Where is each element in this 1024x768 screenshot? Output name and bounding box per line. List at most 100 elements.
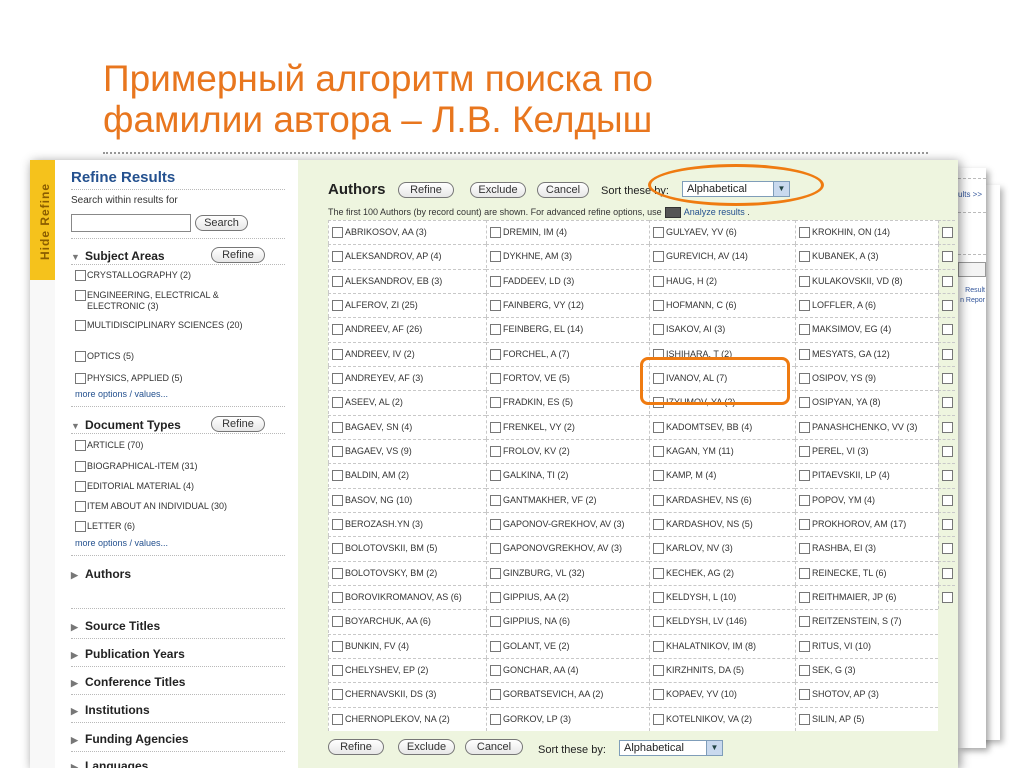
document-types-heading[interactable]: ▼ Document Types — [71, 418, 181, 432]
author-item[interactable]: KARLOV, NV (3) — [649, 536, 795, 561]
refine-button[interactable]: Refine — [398, 182, 454, 198]
checkbox[interactable] — [75, 481, 86, 492]
checkbox[interactable] — [799, 519, 810, 530]
checkbox[interactable] — [799, 348, 810, 360]
checkbox[interactable] — [490, 519, 501, 530]
author-item[interactable]: FORCHEL, A (7) — [486, 341, 649, 366]
author-item[interactable]: GANTMAKHER, VF (2) — [486, 487, 649, 512]
author-item[interactable]: VASIL'EV, MA (5) — [938, 463, 955, 488]
author-item[interactable]: GAPONOVGREKHOV, AV (3) — [486, 536, 649, 561]
checkbox[interactable] — [942, 519, 953, 530]
author-item[interactable]: BOLOTOVSKII, BM (5) — [328, 536, 486, 561]
checkbox[interactable] — [332, 421, 343, 433]
doctype-item[interactable]: LETTER (6) — [75, 521, 277, 532]
author-item[interactable]: GUREVICH, AV (14) — [649, 244, 795, 269]
author-item[interactable]: FRENKEL, VY (2) — [486, 414, 649, 439]
checkbox[interactable] — [75, 351, 86, 362]
bottom-refine-button[interactable]: Refine — [328, 739, 384, 755]
checkbox[interactable] — [799, 300, 810, 311]
checkbox[interactable] — [799, 324, 810, 336]
checkbox[interactable] — [490, 227, 501, 238]
author-item[interactable]: GONCHAR, AA (4) — [486, 658, 649, 682]
checkbox[interactable] — [942, 300, 953, 311]
author-item[interactable]: KROKHIN, ON (14) — [795, 220, 938, 244]
author-item[interactable]: ANDREEV, AF (26) — [328, 317, 486, 342]
author-item[interactable]: ZAKHARCHENYA, BP (5) — [938, 536, 955, 561]
authors-section-heading[interactable]: ▶ Authors — [71, 567, 131, 581]
checkbox[interactable] — [75, 320, 86, 331]
checkbox[interactable] — [942, 592, 953, 603]
author-item[interactable]: RASHBA, EI (3) — [795, 536, 938, 561]
checkbox[interactable] — [332, 300, 343, 311]
checkbox[interactable] — [653, 275, 664, 287]
checkbox[interactable] — [799, 616, 810, 628]
checkbox[interactable] — [799, 592, 810, 603]
author-item[interactable]: BEROZASH.YN (3) — [328, 512, 486, 536]
author-item[interactable]: KHALATNIKOV, IM (8) — [649, 633, 795, 658]
checkbox[interactable] — [332, 227, 343, 238]
author-item[interactable]: GOLANT, VE (2) — [486, 633, 649, 658]
author-item[interactable]: HAUG, H (2) — [649, 268, 795, 293]
author-item[interactable]: MAKSIMOV, EG (4) — [795, 317, 938, 342]
author-item[interactable]: BALDIN, AM (2) — [328, 463, 486, 488]
checkbox[interactable] — [490, 494, 501, 506]
analyze-results-link[interactable]: Analyze results — [684, 207, 745, 217]
checkbox[interactable] — [75, 521, 86, 532]
author-item[interactable]: KAGAN, YM (11) — [649, 439, 795, 463]
author-item[interactable]: RITUS, VI (10) — [795, 633, 938, 658]
author-item[interactable]: SEK, G (3) — [795, 658, 938, 682]
doctype-item[interactable]: EDITORIAL MATERIAL (4) — [75, 481, 277, 492]
author-item[interactable]: POPOV, YM (4) — [795, 487, 938, 512]
author-item[interactable]: SOBELMAN, II (3) — [938, 293, 955, 317]
author-item[interactable]: ZHELEZNYAKOV, VV (3) — [938, 585, 955, 609]
checkbox[interactable] — [942, 348, 953, 360]
checkbox[interactable] — [490, 616, 501, 628]
checkbox[interactable] — [653, 713, 664, 725]
checkbox[interactable] — [490, 543, 501, 555]
languages-heading[interactable]: ▶ Languages — [71, 759, 148, 768]
author-item[interactable]: DYKHNE, AM (3) — [486, 244, 649, 269]
checkbox[interactable] — [942, 397, 953, 409]
author-item[interactable]: SURIS, RA (5) — [938, 366, 955, 390]
hide-refine-tab[interactable]: Hide Refine — [30, 160, 55, 280]
checkbox[interactable] — [653, 567, 664, 579]
author-item[interactable]: BUNKIN, FV (4) — [328, 633, 486, 658]
checkbox[interactable] — [332, 519, 343, 530]
author-item[interactable]: ALFEROV, ZI (25) — [328, 293, 486, 317]
checkbox[interactable] — [490, 470, 501, 482]
author-item[interactable]: ABRIKOSOV, AA (3) — [328, 220, 486, 244]
author-item[interactable]: ZHARKOV, GF (3) — [938, 560, 955, 585]
author-item[interactable]: SPIRIN, AS (3) — [938, 317, 955, 342]
checkbox[interactable] — [799, 494, 810, 506]
author-item[interactable]: KADOMTSEV, BB (4) — [649, 414, 795, 439]
doctype-item[interactable]: BIOGRAPHICAL-ITEM (31) — [75, 461, 277, 472]
checkbox[interactable] — [799, 543, 810, 555]
author-item[interactable]: SOBEL'MAN, II (3) — [938, 268, 955, 293]
checkbox[interactable] — [942, 275, 953, 287]
author-item[interactable]: CHERNAVSKII, DS (3) — [328, 682, 486, 707]
checkbox[interactable] — [332, 470, 343, 482]
checkbox[interactable] — [653, 689, 664, 701]
author-item[interactable]: OSIPOV, YS (9) — [795, 366, 938, 390]
checkbox[interactable] — [75, 501, 86, 512]
checkbox[interactable] — [653, 616, 664, 628]
author-item[interactable]: PANASHCHENKO, VV (3) — [795, 414, 938, 439]
author-item[interactable]: BASOV, NG (10) — [328, 487, 486, 512]
author-item[interactable]: FADDEEV, LD (3) — [486, 268, 649, 293]
author-item[interactable]: TIKHODEEV, SG (10) — [938, 390, 955, 415]
author-item[interactable]: FEINBERG, EL (14) — [486, 317, 649, 342]
checkbox[interactable] — [490, 397, 501, 409]
checkbox[interactable] — [490, 275, 501, 287]
checkbox[interactable] — [332, 446, 343, 457]
author-item[interactable]: KARDASHOV, NS (5) — [649, 512, 795, 536]
checkbox[interactable] — [332, 543, 343, 555]
search-button[interactable]: Search — [195, 215, 248, 231]
author-item[interactable]: VUL, BM (3) — [938, 512, 955, 536]
checkbox[interactable] — [490, 446, 501, 457]
checkbox[interactable] — [799, 227, 810, 238]
checkbox[interactable] — [332, 397, 343, 409]
author-item[interactable]: PEREL, VI (3) — [795, 439, 938, 463]
author-item[interactable]: KARDASHEV, NS (6) — [649, 487, 795, 512]
back-select[interactable] — [958, 262, 986, 277]
author-item[interactable]: GINZBURG, VL (32) — [486, 560, 649, 585]
